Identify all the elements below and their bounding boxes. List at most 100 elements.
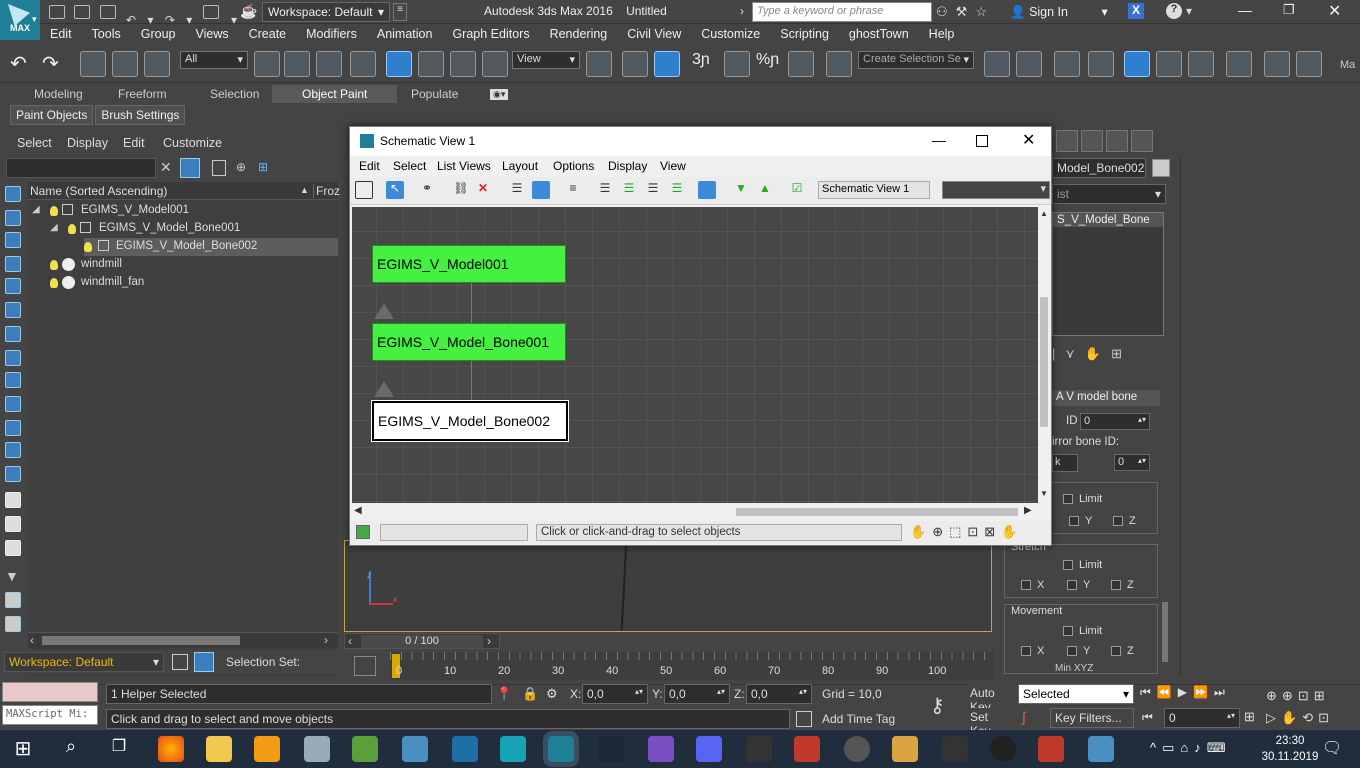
list-item[interactable]: windmill_fan xyxy=(28,274,338,292)
display-hidden-icon[interactable] xyxy=(5,466,21,482)
id-spinner[interactable]: 0 ▴▾ xyxy=(1080,413,1150,430)
display-containers-icon[interactable] xyxy=(5,420,21,436)
lock-icon[interactable] xyxy=(212,160,226,176)
help-icon[interactable]: ? xyxy=(1166,3,1182,19)
undo-icon[interactable]: ↶ xyxy=(10,51,36,77)
zoom-extents-icon[interactable]: ⊡ xyxy=(1298,688,1314,703)
goto-start-icon[interactable]: ⏮ xyxy=(1140,685,1157,699)
restore-button[interactable]: ❐ xyxy=(1283,2,1295,18)
track-bar[interactable]: 0 10 20 30 40 50 60 70 80 90 100 xyxy=(390,652,994,680)
scene-menu-display[interactable]: Display xyxy=(67,136,108,150)
app-icon-14[interactable] xyxy=(794,736,820,762)
zoom-extents-all-icon[interactable]: ⊞ xyxy=(1314,688,1330,703)
language-icon[interactable]: ⌨ xyxy=(1207,740,1232,755)
display-helpers-icon[interactable] xyxy=(5,302,21,318)
schematic-name-field[interactable]: Schematic View 1 xyxy=(818,181,930,199)
command-panel-scrollbar[interactable] xyxy=(1162,602,1168,662)
select-and-rotate-icon[interactable] xyxy=(418,51,444,77)
checkbox-box[interactable] xyxy=(1067,646,1077,657)
scene-menu-edit[interactable]: Edit xyxy=(123,136,145,150)
notepad-icon[interactable] xyxy=(352,736,378,762)
named-selection-set-dropdown[interactable]: Create Selection Se ▾ xyxy=(858,51,974,69)
workspace-menu-icon[interactable]: ≡ xyxy=(393,3,407,21)
bind-space-warp-icon[interactable] xyxy=(144,51,170,77)
schematic-node[interactable]: EGIMS_V_Model_Bone001 xyxy=(372,323,566,361)
display-shapes-icon[interactable] xyxy=(5,232,21,248)
list-item[interactable]: ◢ EGIMS_V_Model001 xyxy=(28,202,338,220)
key-tangent-icon[interactable]: ∫ xyxy=(1022,709,1042,727)
checkbox-box[interactable] xyxy=(1067,580,1077,591)
rotation-z-checkbox[interactable]: Z xyxy=(1113,515,1136,527)
render-setup-icon[interactable] xyxy=(1264,51,1290,77)
schematic-menu-display[interactable]: Display xyxy=(608,159,647,173)
delete-objects-icon[interactable]: ✕ xyxy=(474,181,492,199)
zoom-extents-icon[interactable]: ⊡ xyxy=(967,524,984,539)
app-icon-4[interactable] xyxy=(304,736,330,762)
checkbox-box[interactable] xyxy=(1113,516,1123,527)
toggle-ribbon-icon[interactable] xyxy=(1124,51,1150,77)
selection-filter-dropdown[interactable]: All ▾ xyxy=(180,51,248,69)
maxscript-input[interactable]: MAXScript Mi: xyxy=(2,705,98,725)
discord-icon[interactable] xyxy=(696,736,722,762)
isolate-icon[interactable]: 📍 xyxy=(496,686,512,702)
node-expand-triangle[interactable] xyxy=(374,381,394,397)
zoom-icon[interactable]: ⊕ xyxy=(1266,688,1282,703)
menu-create[interactable]: Create xyxy=(239,24,297,45)
visual-studio-icon[interactable] xyxy=(648,736,674,762)
bookmark-dropdown[interactable]: ▾ xyxy=(942,181,1050,199)
schematic-menu-list-views[interactable]: List Views xyxy=(437,159,491,173)
display-spacewarps-icon[interactable] xyxy=(5,326,21,342)
menu-tools[interactable]: Tools xyxy=(82,24,131,45)
menu-group[interactable]: Group xyxy=(131,24,186,45)
pivot-center-icon[interactable] xyxy=(586,51,612,77)
search-expand-icon[interactable]: › xyxy=(740,4,744,18)
new-file-icon[interactable] xyxy=(49,5,65,19)
app-icon-16[interactable] xyxy=(892,736,918,762)
key-mode-toggle-icon[interactable]: ⏮ xyxy=(1142,710,1153,725)
show-end-result-icon[interactable]: ⋎ xyxy=(1065,346,1085,361)
list-item-selected[interactable]: EGIMS_V_Model_Bone002 xyxy=(84,238,338,256)
app-menu-dropdown-icon[interactable]: ▾ xyxy=(32,14,37,25)
key-icon[interactable]: ⚷ xyxy=(930,693,945,718)
stretch-y-checkbox[interactable]: Y xyxy=(1067,579,1090,591)
menu-help[interactable]: Help xyxy=(919,24,965,45)
volume-icon[interactable]: ♪ xyxy=(1194,740,1207,755)
display-none-icon[interactable] xyxy=(5,516,21,532)
select-mode-icon[interactable]: ↖ xyxy=(386,181,404,199)
arrange-children-icon[interactable]: ☰ xyxy=(596,181,614,199)
movement-z-checkbox[interactable]: Z xyxy=(1111,645,1134,657)
scroll-thumb[interactable] xyxy=(736,508,1018,516)
schematic-title-bar[interactable]: Schematic View 1 — ✕ xyxy=(350,127,1051,156)
visibility-bulb-icon[interactable] xyxy=(68,224,76,234)
schematic-canvas[interactable]: EGIMS_V_Model001 EGIMS_V_Model_Bone001 E… xyxy=(352,207,1038,503)
current-frame-field[interactable]: 0 ▴▾ xyxy=(1164,708,1240,728)
manipulate-icon[interactable] xyxy=(622,51,648,77)
checkbox-box[interactable] xyxy=(1021,580,1031,591)
3dsmax-taskbar-icon[interactable] xyxy=(548,736,574,762)
maximize-viewport-icon[interactable]: ⊡ xyxy=(1318,710,1334,725)
select-object-icon[interactable] xyxy=(254,51,280,77)
always-arrange-icon[interactable]: ≡ xyxy=(564,181,582,199)
stretch-limit-checkbox[interactable]: Limit xyxy=(1063,559,1102,571)
schematic-node[interactable]: EGIMS_V_Model001 xyxy=(372,245,566,283)
open-file-icon[interactable] xyxy=(74,5,91,19)
free-all-icon[interactable]: ☰ xyxy=(644,181,662,199)
scene-tree-header[interactable]: Name (Sorted Ascending) ▲ Froz xyxy=(28,182,340,200)
edit-named-selection-icon[interactable] xyxy=(826,51,852,77)
tab-populate[interactable]: Populate xyxy=(411,87,458,101)
set-key-button[interactable]: Set Key xyxy=(966,708,1016,738)
schematic-view-icon[interactable] xyxy=(1188,51,1214,77)
collapse-arrow-icon[interactable]: ◢ xyxy=(50,222,58,233)
filter-settings-icon[interactable] xyxy=(5,592,21,608)
movement-y-checkbox[interactable]: Y xyxy=(1067,645,1090,657)
select-by-name-icon[interactable] xyxy=(284,51,310,77)
configure-sets-icon[interactable]: ⊞ xyxy=(1111,346,1132,361)
visibility-bulb-icon[interactable] xyxy=(50,260,58,270)
selection-lock-icon[interactable]: 🔒 xyxy=(522,686,538,702)
clock[interactable]: 23:30 30.11.2019 xyxy=(1260,733,1320,765)
app-icon-13[interactable] xyxy=(746,736,772,762)
hierarchy-tab-icon[interactable] xyxy=(1056,130,1078,152)
hierarchy-mode-icon[interactable]: ☰ xyxy=(508,181,526,199)
play-icon[interactable]: ▶ xyxy=(1178,685,1193,699)
firefox-icon[interactable] xyxy=(158,736,184,762)
